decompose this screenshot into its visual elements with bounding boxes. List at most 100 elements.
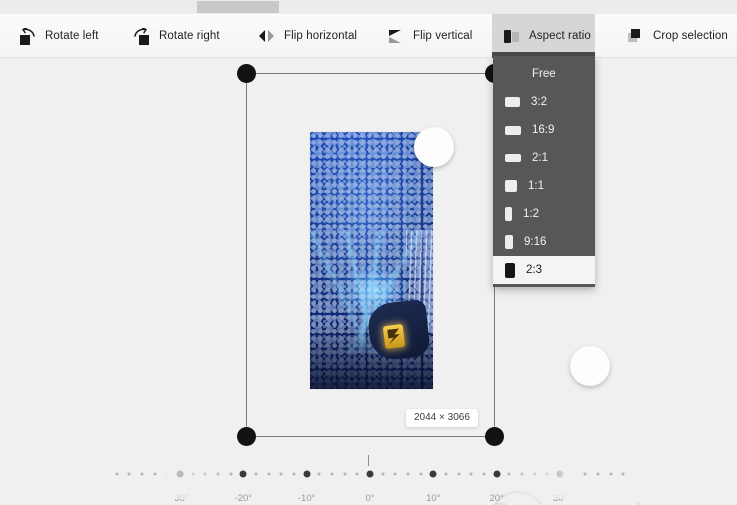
- aspect-ratio-shape-icon: [505, 125, 521, 135]
- ruler-tick-minor: [254, 472, 258, 476]
- editor-canvas[interactable]: 2044 × 3066 Quantrimang -30°-20°-10°0°10…: [0, 58, 737, 505]
- ruler-tick-major: [493, 470, 501, 478]
- ruler-tick-minor: [203, 472, 207, 476]
- aspect-menu-item-label: 1:1: [528, 180, 544, 192]
- rotate-right-button[interactable]: Rotate right: [122, 14, 231, 58]
- ruler-tick-major: [556, 470, 564, 478]
- crop-selection-label: Crop selection: [653, 30, 728, 42]
- flip-horizontal-button[interactable]: Flip horizontal: [247, 14, 368, 58]
- flip-vertical-icon: [387, 28, 404, 45]
- ruler-needle: [368, 455, 369, 466]
- ruler-tick-minor: [292, 472, 296, 476]
- aspect-ratio-shape-icon: [505, 180, 517, 192]
- ruler-tick-minor: [165, 472, 169, 476]
- ruler-tick-minor: [533, 472, 537, 476]
- aspect-menu-item-label: Free: [532, 68, 556, 80]
- ruler-tick-major: [239, 470, 247, 478]
- ruler-tick-minor: [267, 472, 271, 476]
- ruler-tick-minor: [482, 472, 486, 476]
- aspect-menu-item-2-1[interactable]: 2:1: [493, 144, 595, 172]
- ruler-tick-major: [429, 470, 437, 478]
- aspect-menu-item-1-1[interactable]: 1:1: [493, 172, 595, 200]
- flip-vertical-label: Flip vertical: [413, 30, 473, 42]
- aspect-menu-item-label: 3:2: [531, 96, 547, 108]
- ruler-tick-minor: [140, 472, 144, 476]
- ruler-track[interactable]: -30° -20° -10° 0° 10° 20° 30°: [115, 469, 625, 504]
- crop-selection-button[interactable]: Crop selection: [616, 14, 737, 58]
- window-tabstrip: [0, 0, 737, 14]
- aspect-menu-item-3-2[interactable]: 3:2: [493, 88, 595, 116]
- photo-preview: [309, 131, 434, 390]
- ruler-tick-minor: [583, 472, 587, 476]
- flip-vertical-button[interactable]: Flip vertical: [376, 14, 483, 58]
- aspect-ratio-shape-icon: [505, 262, 515, 278]
- active-tab[interactable]: [197, 1, 279, 13]
- flip-horizontal-icon: [258, 28, 275, 45]
- ruler-tick-minor: [330, 472, 334, 476]
- ruler-tick-major: [366, 470, 374, 478]
- rotate-right-label: Rotate right: [159, 30, 220, 42]
- ruler-tick-minor: [507, 472, 511, 476]
- crop-handle-bottom-left[interactable]: [237, 427, 256, 446]
- aspect-menu-item-1-2[interactable]: 1:2: [493, 200, 595, 228]
- rotate-left-icon: [19, 27, 36, 45]
- ruler-tick-minor: [621, 472, 625, 476]
- ruler-tick-minor: [115, 472, 119, 476]
- dimensions-label: 2044 × 3066: [406, 409, 478, 427]
- ruler-tick-minor: [520, 472, 524, 476]
- touch-point-indicator-1: [414, 127, 454, 167]
- ruler-tick-minor: [406, 472, 410, 476]
- ruler-tick-minor: [469, 472, 473, 476]
- aspect-menu-item-label: 2:3: [526, 264, 542, 276]
- editor-toolbar: Rotate left Rotate right Flip horizontal…: [0, 14, 737, 59]
- aspect-menu-item-label: 2:1: [532, 152, 548, 164]
- aspect-ratio-shape-icon: [505, 207, 512, 221]
- ruler-tick-label: 10°: [426, 493, 441, 504]
- aspect-ratio-shape-icon: [505, 235, 513, 249]
- rotate-left-button[interactable]: Rotate left: [8, 14, 110, 58]
- aspect-menu-item-9-16[interactable]: 9:16: [493, 228, 595, 256]
- crop-selection-rect[interactable]: [237, 64, 504, 446]
- ruler-tick-minor: [153, 472, 157, 476]
- rotation-ruler[interactable]: -30° -20° -10° 0° 10° 20° 30°: [0, 455, 737, 504]
- ruler-tick-minor: [317, 472, 321, 476]
- ruler-tick-label: 0°: [365, 493, 375, 504]
- flip-horizontal-label: Flip horizontal: [284, 30, 358, 42]
- ruler-tick-minor: [571, 472, 575, 476]
- ruler-tick-label: -20°: [234, 493, 253, 504]
- photo-editor-window: Rotate left Rotate right Flip horizontal…: [0, 0, 737, 505]
- ruler-tick-minor: [609, 472, 613, 476]
- ruler-tick-minor: [457, 472, 461, 476]
- aspect-ratio-icon: [503, 28, 520, 45]
- ruler-tick-minor: [279, 472, 283, 476]
- touch-point-indicator-2: [570, 346, 610, 386]
- ruler-tick-minor: [381, 472, 385, 476]
- aspect-ratio-menu[interactable]: Free 3:2 16:9 2:1 1:1 1:2 9:16 2:3: [493, 56, 595, 287]
- ruler-tick-minor: [343, 472, 347, 476]
- aspect-ratio-shape-icon: [505, 97, 520, 107]
- ruler-tick-minor: [216, 472, 220, 476]
- ruler-tick-minor: [355, 472, 359, 476]
- rotate-left-label: Rotate left: [45, 30, 99, 42]
- ruler-tick-minor: [419, 472, 423, 476]
- aspect-menu-item-Free[interactable]: Free: [493, 60, 595, 88]
- ruler-tick-minor: [229, 472, 233, 476]
- ruler-tick-label: 20°: [489, 493, 504, 504]
- ruler-tick-minor: [444, 472, 448, 476]
- aspect-menu-item-2-3[interactable]: 2:3: [493, 256, 595, 284]
- ruler-tick-major: [303, 470, 311, 478]
- aspect-ratio-shape-icon: [505, 154, 521, 162]
- ruler-tick-label: -10°: [297, 493, 316, 504]
- ruler-tick-minor: [191, 472, 195, 476]
- ruler-tick-minor: [545, 472, 549, 476]
- aspect-menu-item-label: 9:16: [524, 236, 547, 248]
- aspect-menu-item-label: 16:9: [532, 124, 555, 136]
- aspect-ratio-button[interactable]: Aspect ratio: [492, 14, 595, 59]
- ruler-tick-minor: [596, 472, 600, 476]
- aspect-menu-item-16-9[interactable]: 16:9: [493, 116, 595, 144]
- aspect-ratio-label: Aspect ratio: [529, 30, 591, 42]
- crop-handle-top-left[interactable]: [237, 64, 256, 83]
- crop-handle-bottom-right[interactable]: [485, 427, 504, 446]
- ruler-tick-minor: [393, 472, 397, 476]
- crop-selection-icon: [627, 28, 644, 45]
